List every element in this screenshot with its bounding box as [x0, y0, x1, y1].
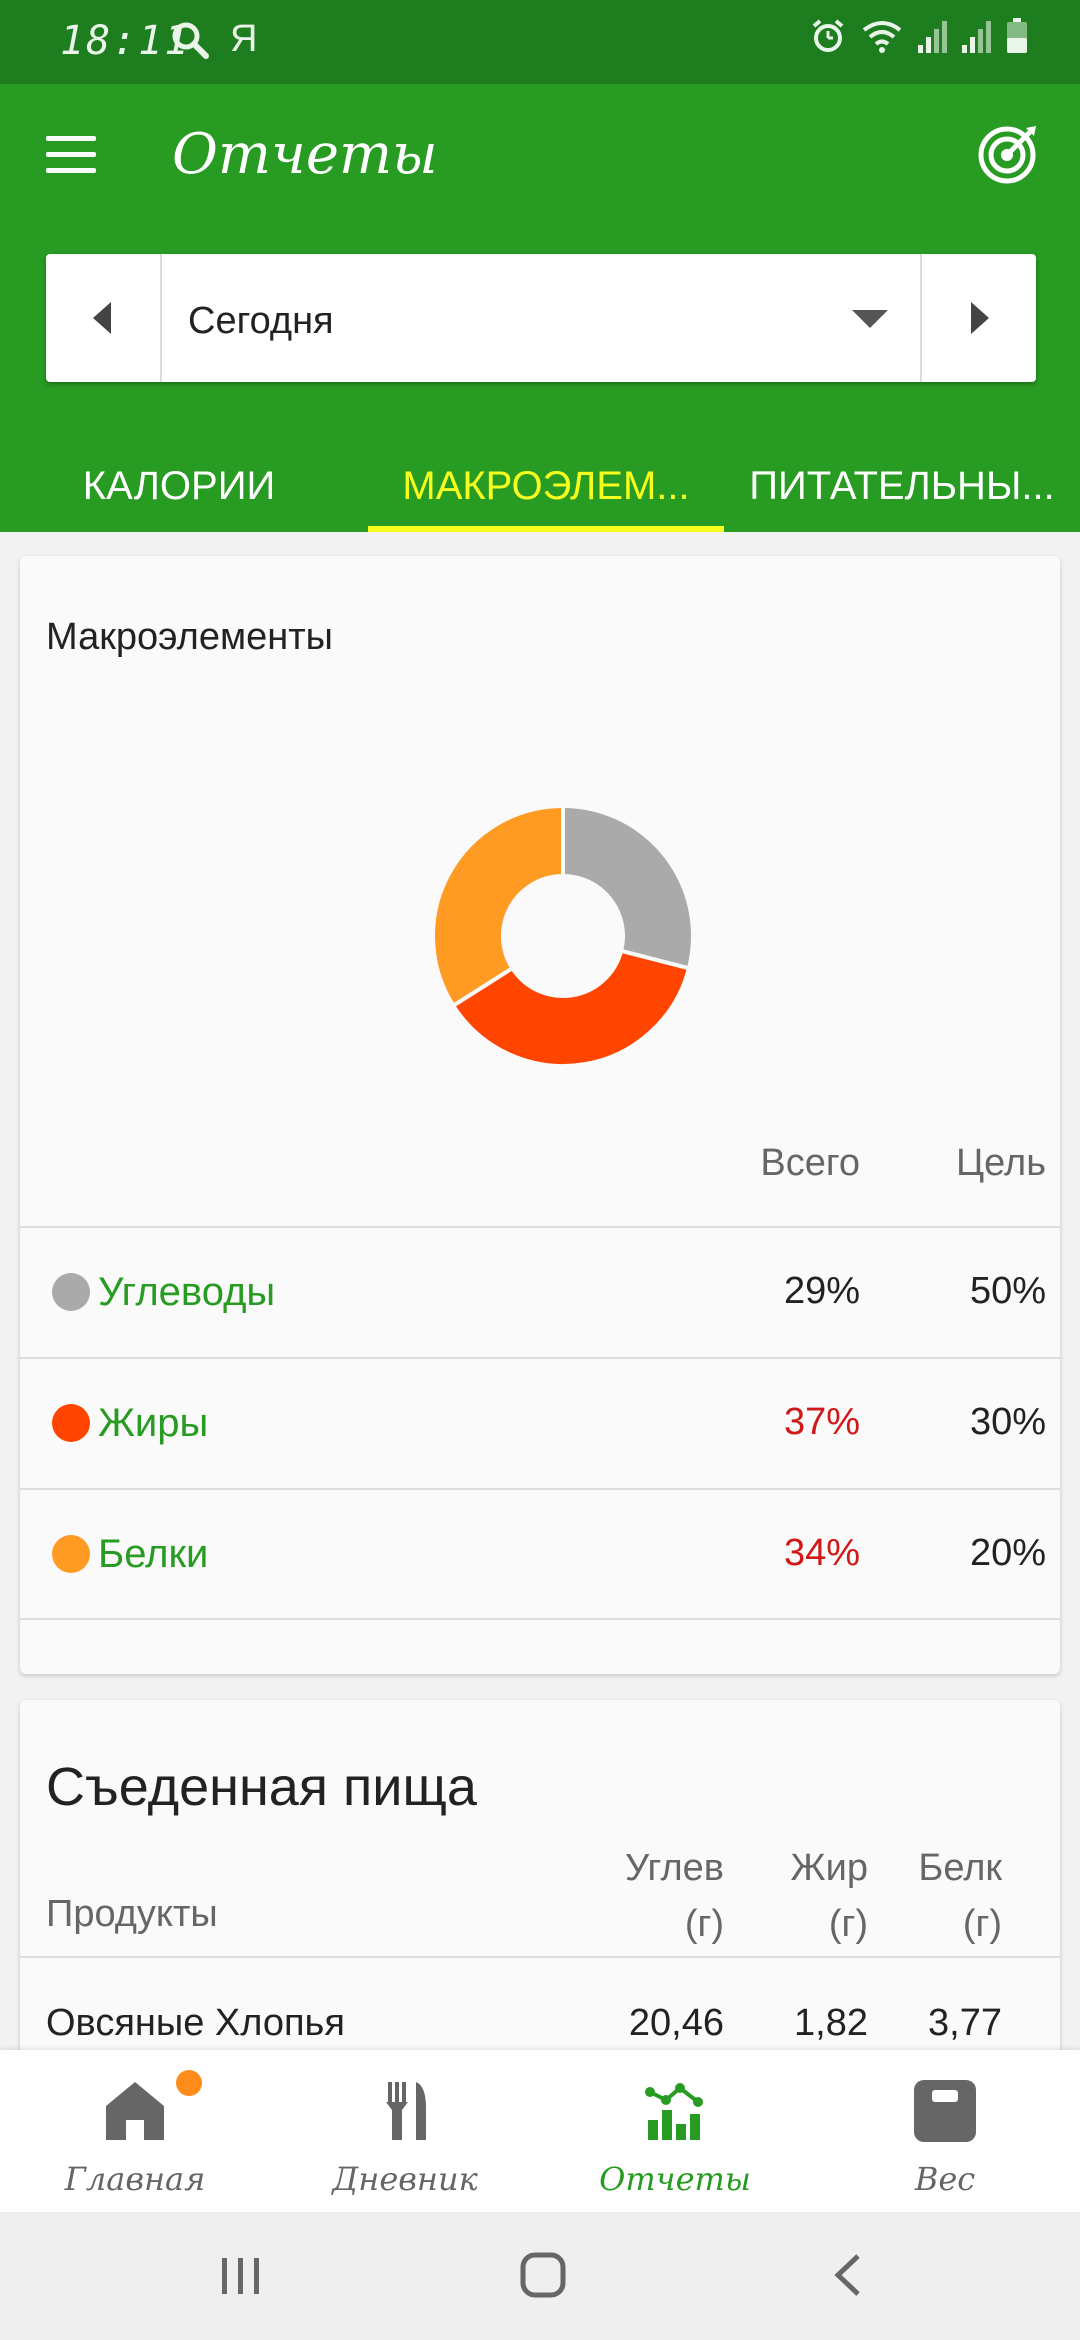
macros-donut-chart — [431, 803, 695, 1068]
column-header-fat-unit: (г) — [828, 1903, 868, 1945]
donut-slice-0 — [561, 803, 695, 971]
date-next-button[interactable] — [920, 254, 1036, 382]
page-title: Отчеты — [172, 122, 438, 187]
legend-dot — [52, 1535, 90, 1573]
menu-icon[interactable] — [46, 136, 96, 174]
nav-item-home[interactable]: Главная — [0, 2050, 270, 2212]
macro-goal: 20% — [969, 1532, 1046, 1574]
macro-row-carbs[interactable]: Углеводы 29% 50% — [20, 1226, 1060, 1357]
macro-goal: 50% — [969, 1270, 1046, 1312]
column-header-carbs-name: Углев — [625, 1847, 724, 1889]
column-header-protein-name: Белк — [918, 1847, 1002, 1889]
nav-item-diary[interactable]: Дневник — [270, 2050, 540, 2212]
target-icon[interactable] — [976, 124, 1038, 191]
date-prev-button[interactable] — [46, 254, 162, 382]
carrier-glyph: Я — [230, 18, 258, 60]
macros-card: Макроэлементы Всего Цель Углеводы 29% 50… — [20, 556, 1060, 1674]
macro-name: Белки — [98, 1532, 209, 1576]
status-icons — [810, 18, 1028, 59]
back-icon[interactable] — [828, 2250, 868, 2300]
date-selector: Сегодня — [46, 254, 1036, 382]
food-protein: 3,77 — [928, 2002, 1002, 2044]
macro-total: 29% — [783, 1270, 860, 1312]
wifi-icon — [860, 18, 904, 59]
column-header-carbs: Углев (г) — [625, 1840, 724, 1952]
chevron-left-icon — [93, 302, 111, 334]
food-name: Овсяные Хлопья — [46, 2002, 345, 2044]
nav-label: Главная — [64, 2160, 206, 2198]
home-icon — [106, 2082, 164, 2140]
chevron-right-icon — [971, 302, 989, 334]
divider — [20, 1618, 1060, 1620]
column-header-total: Всего — [760, 1142, 860, 1184]
system-nav-bar — [0, 2212, 1080, 2340]
nav-label: Отчеты — [599, 2160, 751, 2198]
alarm-icon — [810, 18, 846, 59]
food-carbs: 20,46 — [628, 2002, 724, 2044]
macros-card-title: Макроэлементы — [46, 616, 333, 658]
recent-apps-icon[interactable] — [218, 2250, 264, 2300]
date-label: Сегодня — [188, 300, 334, 342]
macro-row-protein[interactable]: Белки 34% 20% — [20, 1488, 1060, 1619]
battery-icon — [1006, 18, 1028, 59]
bottom-nav: Главная Дневник Отчеты Вес — [0, 2050, 1080, 2212]
food-card-title: Съеденная пища — [46, 1757, 477, 1817]
chart-icon — [645, 2083, 703, 2140]
tab-macros-label: МАКРОЭЛЕМ... — [402, 464, 690, 508]
food-fat: 1,82 — [794, 2002, 868, 2044]
column-header-protein-unit: (г) — [962, 1903, 1002, 1945]
home-button-icon[interactable] — [518, 2250, 568, 2300]
date-dropdown[interactable]: Сегодня — [162, 254, 920, 382]
notification-badge — [176, 2070, 202, 2096]
tab-active-indicator — [368, 526, 724, 532]
macro-row-fat[interactable]: Жиры 37% 30% — [20, 1357, 1060, 1488]
tab-macros[interactable]: МАКРОЭЛЕМ... — [368, 444, 724, 532]
macro-goal: 30% — [969, 1401, 1046, 1443]
column-header-products: Продукты — [46, 1893, 218, 1935]
nav-item-weight[interactable]: Вес — [810, 2050, 1080, 2212]
legend-dot — [52, 1404, 90, 1442]
signal-icon — [918, 19, 948, 58]
column-header-goal: Цель — [956, 1142, 1046, 1184]
food-card: Съеденная пища Продукты Углев (г) Жир (г… — [20, 1700, 1060, 2080]
nav-label: Вес — [914, 2160, 976, 2198]
legend-dot — [52, 1273, 90, 1311]
app-bar: Отчеты Сегодня КАЛОРИИ МАКРОЭЛЕМ... ПИТА… — [0, 84, 1080, 532]
dropdown-arrow-icon — [850, 308, 890, 335]
tab-nutrients[interactable]: ПИТАТЕЛЬНЫ... — [724, 444, 1080, 532]
tab-calories[interactable]: КАЛОРИИ — [0, 444, 358, 532]
donut-slice-2 — [431, 803, 565, 1009]
macro-total: 37% — [783, 1401, 860, 1443]
macro-name: Жиры — [98, 1401, 209, 1445]
report-tabs: КАЛОРИИ МАКРОЭЛЕМ... ПИТАТЕЛЬНЫ... — [0, 444, 1080, 532]
signal-icon — [962, 19, 992, 58]
column-header-fat: Жир (г) — [791, 1840, 868, 1952]
search-icon — [170, 20, 210, 65]
column-header-fat-name: Жир — [790, 1847, 868, 1889]
macro-total: 34% — [783, 1532, 860, 1574]
nav-label: Дневник — [332, 2160, 478, 2198]
macro-name: Углеводы — [98, 1270, 276, 1314]
column-header-protein: Белк (г) — [918, 1840, 1002, 1952]
scale-icon — [914, 2080, 976, 2142]
nav-item-reports[interactable]: Отчеты — [540, 2050, 810, 2212]
status-bar: 18:11 Я — [0, 0, 1080, 84]
fork-knife-icon — [386, 2082, 426, 2140]
column-header-carbs-unit: (г) — [684, 1903, 724, 1945]
